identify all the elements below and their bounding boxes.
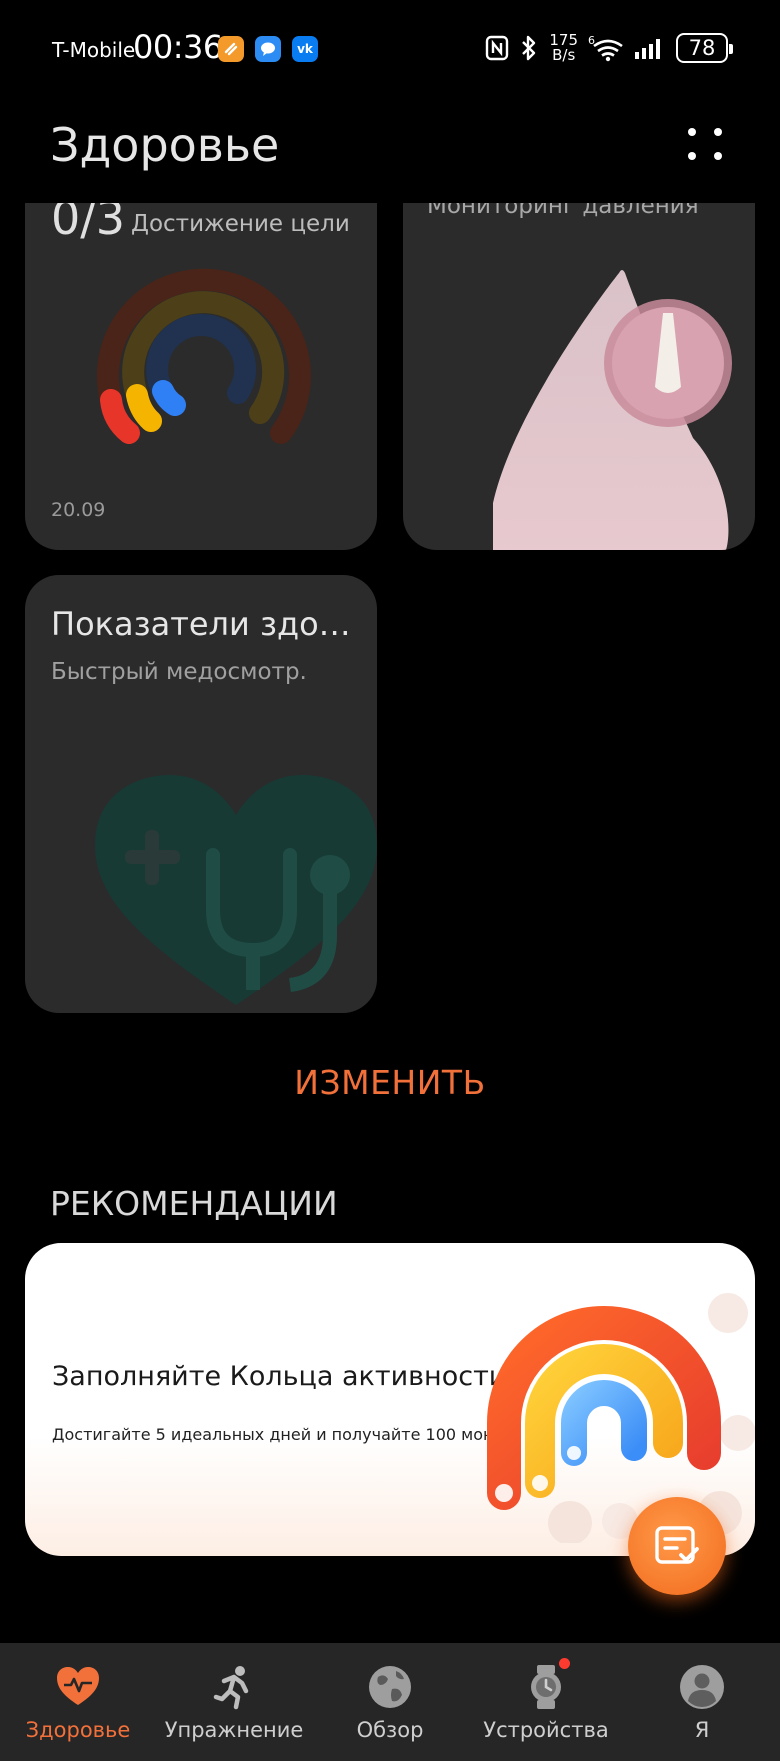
promo-title: Заполняйте Кольца активности <box>52 1361 507 1392</box>
health-indicators-title: Показатели здо… <box>51 605 351 643</box>
nav-item-exercise[interactable]: Упражнение <box>156 1643 312 1761</box>
running-icon <box>213 1666 249 1710</box>
blood-drop-gauge-icon <box>493 270 732 550</box>
promo-text: Достигайте 5 идеальных дней и получайте … <box>52 1425 513 1444</box>
status-right-group: 175 B/s 6 78 <box>485 30 733 66</box>
status-bar: T-Mobile 00:36 vk 175 B/s 6 78 <box>0 0 780 100</box>
more-dots-icon <box>688 152 696 160</box>
edit-cards-link[interactable]: ИЗМЕНИТЬ <box>0 1063 780 1102</box>
nfc-icon <box>486 35 509 61</box>
battery-level: 78 <box>688 36 716 60</box>
battery-icon: 78 <box>676 33 733 63</box>
nav-item-health[interactable]: Здоровье <box>0 1643 156 1761</box>
checklist-icon <box>655 1526 699 1564</box>
profile-icon <box>680 1665 724 1709</box>
goal-achievement-card[interactable]: 0/3 Достижение цели 20.09 <box>25 203 377 550</box>
bottom-navigation: Здоровье Упражнение Обзор Устройства Я <box>0 1643 780 1761</box>
page-title: Здоровье <box>50 118 280 172</box>
nav-item-discover[interactable]: Обзор <box>312 1643 468 1761</box>
bp-title: Мониторинг давления <box>427 203 699 219</box>
health-scroll-content[interactable]: 0/3 Достижение цели 20.09 Мониторинг дав… <box>0 203 780 1643</box>
status-clock: 00:36 <box>133 28 223 66</box>
nav-item-me[interactable]: Я <box>624 1643 780 1761</box>
health-indicators-card[interactable]: Показатели здо… Быстрый медосмотр. <box>25 575 377 1013</box>
nav-label-exercise: Упражнение <box>164 1718 304 1742</box>
blood-pressure-card[interactable]: Мониторинг давления <box>403 203 755 550</box>
health-indicators-subtitle: Быстрый медосмотр. <box>51 659 307 685</box>
app-orange-icon <box>218 36 244 62</box>
net-speed: 175 B/s <box>549 33 578 63</box>
globe-icon <box>369 1666 411 1708</box>
nav-label-devices: Устройства <box>483 1718 609 1742</box>
heart-stethoscope-icon <box>95 775 377 1005</box>
recommendations-section-title: РЕКОМЕНДАЦИИ <box>50 1184 338 1223</box>
nav-label-discover: Обзор <box>356 1718 424 1742</box>
watch-icon <box>531 1665 561 1709</box>
vk-icon: vk <box>292 36 318 62</box>
net-speed-unit: B/s <box>552 46 576 64</box>
heart-pulse-icon <box>57 1667 99 1705</box>
activity-rings-icon <box>96 268 311 444</box>
goal-label: Достижение цели <box>131 211 350 237</box>
more-dots-icon <box>714 128 722 136</box>
nav-label-me: Я <box>694 1718 710 1742</box>
nav-item-devices[interactable]: Устройства <box>468 1643 624 1761</box>
activity-rings-icon <box>487 1293 755 1543</box>
goal-count: 0/3 <box>51 203 126 245</box>
more-dots-icon <box>714 152 722 160</box>
ring-progress-outer <box>100 389 140 444</box>
goal-date: 20.09 <box>51 499 106 521</box>
more-dots-icon <box>688 128 696 136</box>
ring-progress-middle <box>126 384 162 432</box>
bluetooth-icon <box>522 35 536 61</box>
carrier-name: T-Mobile <box>52 38 136 62</box>
devices-badge-dot <box>559 1658 570 1669</box>
message-bubble-icon <box>255 36 281 62</box>
wifi-6-icon: 6 <box>588 34 623 62</box>
more-options-button[interactable] <box>680 120 730 170</box>
signal-icon <box>635 39 660 59</box>
nav-label-health: Здоровье <box>25 1718 131 1742</box>
ring-progress-inner <box>152 380 186 416</box>
checklist-fab-button[interactable] <box>628 1497 726 1595</box>
